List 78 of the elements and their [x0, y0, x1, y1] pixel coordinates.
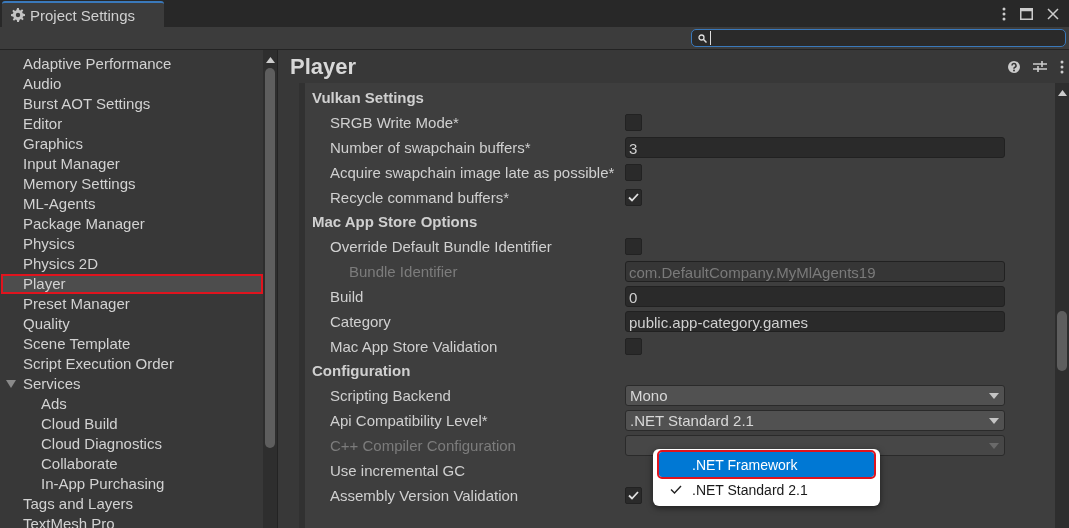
text-field[interactable]: 0	[625, 286, 1005, 307]
checkbox[interactable]	[625, 189, 642, 206]
maximize-icon[interactable]	[1020, 7, 1033, 20]
field-label: Api Compatibility Level*	[329, 412, 489, 429]
sidebar-item[interactable]: Player	[1, 274, 263, 294]
text-field[interactable]: public.app-category.games	[625, 311, 1005, 332]
scrollbar-thumb[interactable]	[1057, 311, 1067, 371]
window-tab[interactable]: Project Settings	[2, 1, 164, 27]
field-label: Use incremental GC	[329, 462, 467, 479]
sidebar-item[interactable]: In-App Purchasing	[0, 474, 263, 494]
checkbox[interactable]	[625, 164, 642, 181]
scroll-up-icon[interactable]	[1057, 90, 1067, 96]
checkmark-icon	[628, 491, 639, 500]
sidebar-item[interactable]: Ads	[0, 394, 263, 414]
more-icon[interactable]	[1060, 59, 1064, 74]
field-label: C++ Compiler Configuration	[329, 437, 517, 454]
field-label: Number of swapchain buffers*	[329, 139, 532, 156]
field-label: Assembly Version Validation	[329, 487, 520, 504]
field-label: Recycle command buffers*	[329, 189, 510, 206]
field-label: Acquire swapchain image late as possible*	[329, 164, 616, 181]
sidebar-item[interactable]: ML-Agents	[0, 194, 263, 214]
text-field[interactable]: 3	[625, 137, 1005, 158]
sidebar-item[interactable]: Input Manager	[0, 154, 263, 174]
sidebar-item[interactable]: Cloud Build	[0, 414, 263, 434]
search-field[interactable]	[691, 29, 1066, 47]
sidebar-item[interactable]: Script Execution Order	[0, 354, 263, 374]
dropdown[interactable]: .NET Standard 2.1	[625, 410, 1005, 431]
sidebar-item[interactable]: Services	[0, 374, 263, 394]
gear-icon	[11, 8, 25, 22]
sidebar-item[interactable]: Tags and Layers	[0, 494, 263, 514]
sidebar-item[interactable]: Physics 2D	[0, 254, 263, 274]
scroll-up-icon[interactable]	[265, 57, 275, 63]
sidebar-item[interactable]: Physics	[0, 234, 263, 254]
field-label: Bundle Identifier	[348, 263, 459, 280]
caret-icon	[989, 417, 999, 424]
sidebar-item[interactable]: Quality	[0, 314, 263, 334]
caret-icon	[989, 392, 999, 399]
sidebar-item[interactable]: Package Manager	[0, 214, 263, 234]
field-label: Override Default Bundle Identifier	[329, 238, 553, 255]
scrollbar[interactable]	[263, 50, 277, 528]
sidebar-item[interactable]: Graphics	[0, 134, 263, 154]
section-heading: Mac App Store Options	[311, 212, 479, 232]
dropdown[interactable]: Mono	[625, 385, 1005, 406]
collapse-arrow-icon[interactable]	[6, 379, 16, 389]
field-label: SRGB Write Mode*	[329, 114, 460, 131]
sidebar-item[interactable]: Adaptive Performance	[0, 54, 263, 74]
field-label: Category	[329, 313, 392, 330]
sliders-icon[interactable]	[1033, 60, 1047, 73]
section-heading: Configuration	[311, 361, 412, 381]
checkbox[interactable]	[625, 338, 642, 355]
page-title: Player	[290, 53, 357, 80]
sidebar-item[interactable]: Scene Template	[0, 334, 263, 354]
checkbox[interactable]	[625, 238, 642, 255]
scrollbar-thumb[interactable]	[265, 68, 275, 448]
sidebar-item[interactable]: Preset Manager	[0, 294, 263, 314]
field-label: Build	[329, 288, 365, 305]
sidebar-item[interactable]: Memory Settings	[0, 174, 263, 194]
close-icon[interactable]	[1047, 7, 1059, 20]
checkbox[interactable]	[625, 487, 642, 504]
scrollbar[interactable]	[1055, 83, 1069, 528]
section-heading: Vulkan Settings	[311, 88, 425, 108]
checkmark-icon	[669, 485, 682, 494]
checkbox[interactable]	[625, 114, 642, 131]
sidebar-item[interactable]: Burst AOT Settings	[0, 94, 263, 114]
help-icon[interactable]	[1008, 60, 1020, 73]
checkmark-icon	[628, 193, 639, 202]
more-icon[interactable]	[1002, 6, 1006, 21]
menu-item[interactable]: .NET Standard 2.1	[659, 477, 874, 502]
caret-icon	[989, 442, 999, 449]
sidebar-item[interactable]: Editor	[0, 114, 263, 134]
window-title: Project Settings	[30, 6, 136, 24]
search-icon	[698, 33, 707, 43]
sidebar-item[interactable]: Cloud Diagnostics	[0, 434, 263, 454]
sidebar-item[interactable]: Collaborate	[0, 454, 263, 474]
menu-item[interactable]: .NET Framework	[659, 452, 874, 477]
field-label: Scripting Backend	[329, 387, 452, 404]
field-label: Mac App Store Validation	[329, 338, 499, 355]
sidebar-item[interactable]: Audio	[0, 74, 263, 94]
